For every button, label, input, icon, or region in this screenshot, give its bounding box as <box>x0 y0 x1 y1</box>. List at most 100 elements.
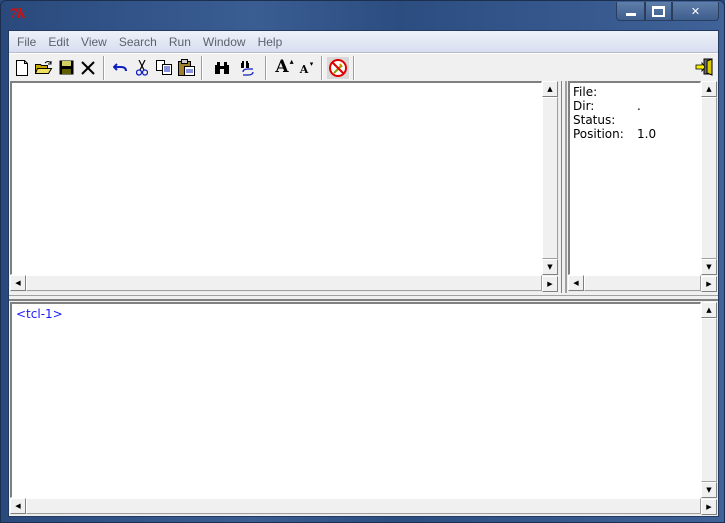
save-disk-icon <box>59 60 73 75</box>
arrow-down-icon: ▼ <box>547 262 553 271</box>
menu-help[interactable]: Help <box>252 32 289 52</box>
info-value: 1.0 <box>637 127 657 141</box>
arrow-up-icon: ▲ <box>547 84 553 93</box>
console-text-area[interactable]: <tcl-1> <box>10 302 701 498</box>
copy-button[interactable] <box>153 57 175 79</box>
undo-button[interactable] <box>109 57 131 79</box>
title-bar[interactable]: 7k ✕ <box>1 1 725 31</box>
info-label: File: <box>573 85 598 99</box>
menu-window[interactable]: Window <box>197 32 252 52</box>
scroll-left-button[interactable]: ◀ <box>568 275 584 291</box>
font-smaller-icon: A ▾ <box>299 59 314 76</box>
info-horizontal-scrollbar[interactable]: ◀ <box>568 275 701 292</box>
maximize-icon <box>652 5 665 17</box>
scroll-thumb[interactable] <box>701 97 717 259</box>
minimize-icon <box>625 12 636 16</box>
open-folder-icon <box>35 61 53 74</box>
window-controls: ✕ <box>616 2 719 21</box>
minimize-button[interactable] <box>616 2 645 21</box>
replace-button[interactable] <box>237 57 259 79</box>
scroll-up-button[interactable]: ▲ <box>701 302 717 318</box>
close-button[interactable]: ✕ <box>672 2 719 21</box>
menu-bar: File Edit View Search Run Window Help <box>9 31 718 53</box>
open-file-button[interactable] <box>33 57 55 79</box>
arrow-left-icon: ◀ <box>15 501 21 510</box>
menu-run[interactable]: Run <box>163 32 197 52</box>
toolbar-separator <box>321 55 323 80</box>
info-label: Position: <box>573 127 624 141</box>
find-replace-icon <box>241 60 254 76</box>
arrow-right-icon: ▶ <box>547 279 553 288</box>
scroll-thumb[interactable] <box>26 275 542 291</box>
console-vertical-scrollbar[interactable]: ▲ ▼ <box>701 302 718 498</box>
console-horizontal-scrollbar[interactable]: ◀ <box>10 498 701 515</box>
info-row-dir: Dir:. <box>573 99 656 113</box>
cut-button[interactable] <box>131 57 153 79</box>
toolbar-separator <box>103 55 105 80</box>
toolbar-separator <box>353 55 355 80</box>
decrease-font-button[interactable]: A ▾ <box>293 57 315 79</box>
scroll-right-button[interactable]: ▶ <box>701 276 717 292</box>
tk-app-icon[interactable]: 7k <box>9 7 27 23</box>
editor-horizontal-scrollbar[interactable]: ◀ <box>10 275 542 292</box>
arrow-up-icon: ▲ <box>706 305 712 314</box>
scroll-left-button[interactable]: ◀ <box>10 498 26 514</box>
pane-splitter-horizontal[interactable] <box>9 295 718 301</box>
maximize-button[interactable] <box>645 2 672 21</box>
arrow-down-icon: ▼ <box>706 262 712 271</box>
info-row-file: File: <box>573 85 656 99</box>
info-list: File: Dir:. Status: Position: 1.0 <box>573 85 656 141</box>
scroll-up-button[interactable]: ▲ <box>701 81 717 97</box>
editor-vertical-scrollbar[interactable]: ▲ ▼ <box>542 81 559 275</box>
undo-icon <box>113 62 127 71</box>
scroll-right-button[interactable]: ▶ <box>701 499 717 515</box>
menu-search[interactable]: Search <box>113 32 163 52</box>
paste-button[interactable] <box>175 57 197 79</box>
scroll-thumb[interactable] <box>542 97 558 259</box>
close-icon: ✕ <box>690 4 701 18</box>
client-area: File Edit View Search Run Window Help A … <box>8 30 719 517</box>
scroll-down-button[interactable]: ▼ <box>701 259 717 275</box>
menu-edit[interactable]: Edit <box>42 32 75 52</box>
scroll-left-button[interactable]: ◀ <box>10 275 26 291</box>
scroll-thumb[interactable] <box>584 275 701 291</box>
new-file-button[interactable] <box>11 57 33 79</box>
exit-door-icon <box>695 58 713 76</box>
scroll-up-button[interactable]: ▲ <box>542 81 558 97</box>
arrow-right-icon: ▶ <box>706 279 712 288</box>
scroll-thumb[interactable] <box>701 318 717 482</box>
paste-clipboard-icon <box>177 59 195 76</box>
pane-splitter-vertical[interactable] <box>561 81 567 293</box>
stop-no-entry-icon <box>329 58 347 77</box>
find-button[interactable] <box>211 57 233 79</box>
scroll-right-button[interactable]: ▶ <box>542 276 558 292</box>
scroll-down-button[interactable]: ▼ <box>542 259 558 275</box>
toolbar-separator <box>201 55 203 80</box>
info-row-status: Status: <box>573 113 656 127</box>
arrow-right-icon: ▶ <box>706 502 712 511</box>
console-prompt: <tcl-1> <box>16 307 63 321</box>
close-x-icon <box>81 60 95 75</box>
toolbar-separator <box>265 55 267 80</box>
stop-button[interactable] <box>327 56 349 79</box>
info-panel: File: Dir:. Status: Position: 1.0 <box>568 81 701 275</box>
arrow-left-icon: ◀ <box>15 278 21 287</box>
copy-icon <box>156 60 172 75</box>
info-vertical-scrollbar[interactable]: ▲ ▼ <box>701 81 718 275</box>
save-button[interactable] <box>55 57 77 79</box>
binoculars-icon <box>215 61 229 74</box>
increase-font-button[interactable]: A ▴ <box>271 57 293 79</box>
font-bigger-icon: A ▴ <box>275 56 294 77</box>
new-file-icon <box>16 59 28 76</box>
scissors-icon <box>136 59 148 76</box>
scroll-down-button[interactable]: ▼ <box>701 482 717 498</box>
menu-view[interactable]: View <box>75 32 113 52</box>
editor-text-area[interactable] <box>10 81 542 275</box>
arrow-left-icon: ◀ <box>573 278 579 287</box>
scroll-thumb[interactable] <box>26 498 701 514</box>
menu-file[interactable]: File <box>11 32 42 52</box>
exit-button[interactable] <box>694 56 716 78</box>
arrow-down-icon: ▼ <box>706 485 712 494</box>
info-value: . <box>637 99 641 113</box>
close-file-button[interactable] <box>77 57 99 79</box>
